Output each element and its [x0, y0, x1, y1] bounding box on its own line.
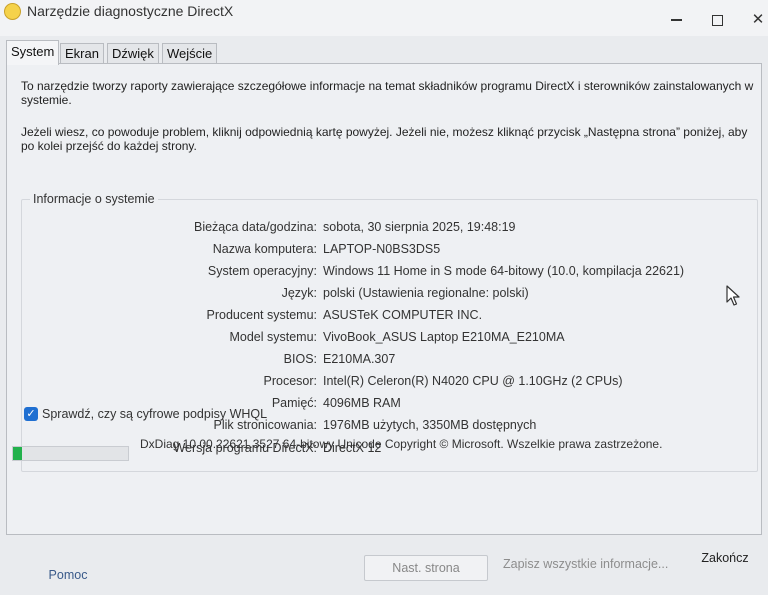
info-row-bios: BIOS: E210MA.307 — [22, 352, 757, 372]
tab-dzwiek[interactable]: Dźwięk — [107, 43, 159, 64]
info-value: 4096MB RAM — [323, 396, 401, 410]
info-value: E210MA.307 — [323, 352, 396, 366]
info-value: Windows 11 Home in S mode 64-bitowy (10.… — [323, 264, 685, 278]
info-row-os: System operacyjny: Windows 11 Home in S … — [22, 264, 757, 284]
intro-text-1: To narzędzie tworzy raporty zawierające … — [21, 79, 754, 107]
intro-text-2: Jeżeli wiesz, co powoduje problem, klikn… — [21, 125, 748, 153]
info-value: sobota, 30 sierpnia 2025, 19:48:19 — [323, 220, 516, 234]
info-row-pagefile: Plik stronicowania: 1976MB użytych, 3350… — [22, 418, 757, 438]
info-value: polski (Ustawienia regionalne: polski) — [323, 286, 529, 300]
info-label: Pamięć: — [271, 396, 317, 410]
info-row-processor: Procesor: Intel(R) Celeron(R) N4020 CPU … — [22, 374, 757, 394]
info-row-manufacturer: Producent systemu: ASUSTeK COMPUTER INC. — [22, 308, 757, 328]
help-button[interactable]: Pomoc — [46, 563, 90, 587]
progress-bar — [12, 446, 129, 461]
exit-button[interactable]: Zakończ — [700, 546, 750, 570]
next-page-button[interactable]: Nast. strona — [364, 555, 488, 581]
info-label: Język: — [281, 286, 317, 300]
window-title: Narzędzie diagnostyczne DirectX — [27, 3, 234, 19]
directx-app-icon — [4, 3, 21, 20]
info-label: Producent systemu: — [206, 308, 317, 322]
info-value: VivoBook_ASUS Laptop E210MA_E210MA — [323, 330, 565, 344]
save-all-info-button[interactable]: Zapisz wszystkie informacje... — [503, 552, 668, 576]
system-info-title: Informacje o systemie — [30, 192, 158, 206]
info-row-model: Model systemu: VivoBook_ASUS Laptop E210… — [22, 330, 757, 350]
info-row-computer-name: Nazwa komputera: LAPTOP-N0BS3DS5 — [22, 242, 757, 262]
copyright-status: DxDiag 10.00.22621.3527 64-bitowy Unicod… — [140, 437, 663, 451]
info-value: ASUSTeK COMPUTER INC. — [323, 308, 483, 322]
maximize-button[interactable] — [697, 8, 737, 32]
info-label: Procesor: — [263, 374, 318, 388]
info-row-language: Język: polski (Ustawienia regionalne: po… — [22, 286, 757, 306]
close-button[interactable]: ✕ — [738, 8, 768, 32]
info-value: 1976MB użytych, 3350MB dostępnych — [323, 418, 537, 432]
whql-checkbox[interactable]: ✓ — [24, 407, 38, 421]
maximize-icon — [711, 14, 723, 26]
whql-checkbox-label[interactable]: Sprawdź, czy są cyfrowe podpisy WHQL — [42, 407, 267, 421]
title-bar[interactable]: Narzędzie diagnostyczne DirectX ✕ — [0, 0, 768, 36]
tab-wejscie[interactable]: Wejście — [162, 43, 218, 64]
system-info-group: Informacje o systemie Bieżąca data/godzi… — [21, 192, 758, 472]
progress-bar-fill — [13, 447, 23, 460]
tab-system[interactable]: System — [6, 40, 60, 65]
info-label: Nazwa komputera: — [212, 242, 317, 256]
info-label: System operacyjny: — [207, 264, 317, 278]
system-tab-panel: To narzędzie tworzy raporty zawierające … — [6, 63, 762, 535]
info-value: LAPTOP-N0BS3DS5 — [323, 242, 441, 256]
info-label: Model systemu: — [229, 330, 317, 344]
info-label: Bieżąca data/godzina: — [193, 220, 317, 234]
tab-ekran[interactable]: Ekran — [60, 43, 104, 64]
minimize-button[interactable] — [656, 8, 696, 32]
info-label: BIOS: — [283, 352, 317, 366]
close-icon: ✕ — [751, 11, 765, 28]
minimize-icon — [670, 19, 682, 21]
mouse-cursor-icon — [726, 285, 740, 306]
info-value: Intel(R) Celeron(R) N4020 CPU @ 1.10GHz … — [323, 374, 623, 388]
info-row-datetime: Bieżąca data/godzina: sobota, 30 sierpni… — [22, 220, 757, 240]
